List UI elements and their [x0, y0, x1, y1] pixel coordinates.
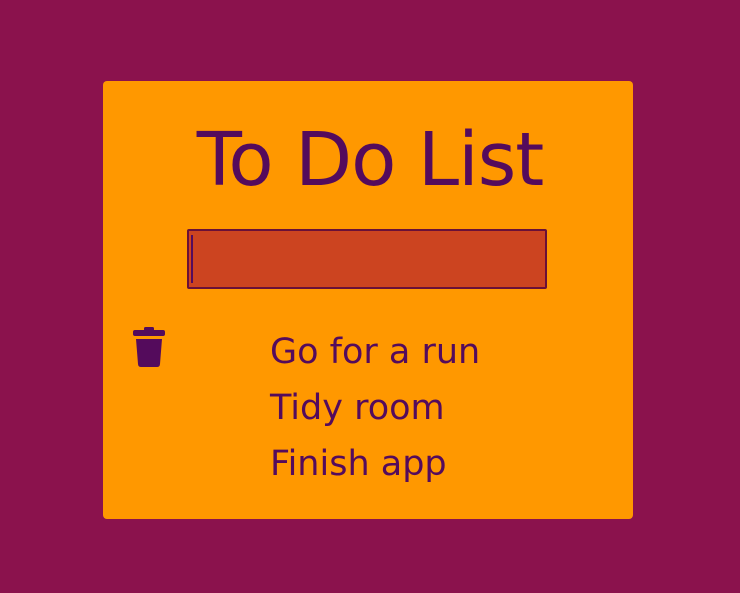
page-title: To Do List: [196, 117, 545, 203]
todo-item[interactable]: Go for a run: [270, 324, 480, 380]
text-caret: [191, 235, 193, 283]
trash-icon[interactable]: [131, 327, 167, 367]
new-todo-input[interactable]: [187, 229, 547, 289]
todo-item[interactable]: Tidy room: [270, 380, 480, 436]
todo-item[interactable]: Finish app: [270, 436, 480, 492]
todo-list: Go for a run Tidy room Finish app: [270, 324, 480, 492]
